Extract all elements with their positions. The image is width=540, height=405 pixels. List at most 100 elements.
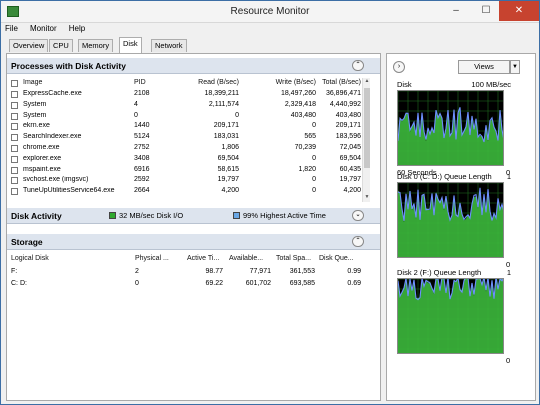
- processes-header-row: Image PID Read (B/sec) Write (B/sec) Tot…: [11, 79, 366, 89]
- menu-monitor[interactable]: Monitor: [30, 24, 57, 33]
- row-checkbox[interactable]: [11, 188, 18, 196]
- select-all-checkbox[interactable]: [11, 80, 18, 87]
- table-row[interactable]: ExpressCache.exe 2108 18,399,211 18,497,260…: [11, 90, 366, 100]
- col-logical-disk[interactable]: Logical Disk: [11, 255, 49, 262]
- title-bar: Resource Monitor – ☐ ✕: [1, 1, 539, 23]
- menu-file[interactable]: File: [5, 24, 18, 33]
- storage-title: Storage: [11, 237, 43, 247]
- storage-physical: 2: [135, 268, 139, 275]
- table-row[interactable]: TuneUpUtilitiesService64.exe 2664 4,200 0 4,…: [11, 187, 366, 197]
- process-image: ExpressCache.exe: [23, 90, 82, 97]
- disk-graph: [397, 90, 504, 166]
- panel-toggle-icon[interactable]: ›: [393, 61, 405, 73]
- storage-active: 98.77: [205, 268, 223, 275]
- col-image[interactable]: Image: [23, 79, 42, 86]
- storage-queue: 0.99: [347, 268, 361, 275]
- process-pid: 4: [134, 100, 138, 108]
- storage-available: 77,971: [249, 268, 271, 275]
- storage-total: 693,585: [289, 280, 315, 287]
- table-row[interactable]: System 0 0 403,480 403,480: [11, 112, 366, 122]
- row-checkbox[interactable]: [11, 91, 18, 98]
- process-pid: 2592: [134, 176, 150, 184]
- close-button[interactable]: ✕: [499, 1, 539, 21]
- main-content: Processes with Disk Activity ⌃ Image PID…: [6, 53, 381, 401]
- col-total[interactable]: Total (B/sec): [311, 79, 361, 86]
- process-read: 1,806: [221, 144, 239, 151]
- process-write: 0: [312, 187, 316, 195]
- col-read[interactable]: Read (B/sec): [181, 79, 239, 86]
- graph-max-label: 100 MB/sec: [471, 80, 511, 89]
- table-row[interactable]: svchost.exe (imgsvc) 2592 19,797 0 19,797: [11, 176, 366, 186]
- col-write[interactable]: Write (B/sec): [251, 79, 316, 86]
- tab-memory[interactable]: Memory: [78, 39, 114, 52]
- row-checkbox[interactable]: [11, 166, 18, 174]
- row-checkbox[interactable]: [11, 177, 18, 185]
- row-checkbox[interactable]: [11, 112, 18, 120]
- expand-disk-activity-icon[interactable]: ⌄: [352, 210, 364, 221]
- tab-cpu[interactable]: CPU: [49, 39, 73, 52]
- table-row[interactable]: F: 2 98.77 77,971 361,553 0.99: [11, 268, 376, 278]
- menu-help[interactable]: Help: [69, 24, 85, 33]
- disk-io-text: 32 MB/sec Disk I/O: [119, 211, 184, 220]
- storage-active: 69.22: [205, 280, 223, 287]
- process-total: 60,435: [339, 165, 361, 173]
- col-physical-disk[interactable]: Physical ...: [135, 255, 169, 262]
- col-total-space[interactable]: Total Spa...: [276, 255, 311, 262]
- process-read: 0: [235, 111, 239, 119]
- disk-activity-header[interactable]: Disk Activity 32 MB/sec Disk I/O 99% Hig…: [7, 208, 380, 224]
- menu-bar: File Monitor Help: [5, 24, 95, 37]
- process-total: 72,045: [339, 144, 361, 151]
- processes-title: Processes with Disk Activity: [11, 61, 126, 71]
- active-time-text: 99% Highest Active Time: [243, 211, 326, 220]
- tab-disk[interactable]: Disk: [119, 37, 142, 53]
- row-checkbox[interactable]: [11, 134, 18, 142]
- process-read: 69,504: [217, 154, 239, 162]
- scroll-down-icon[interactable]: ▼: [363, 194, 371, 202]
- col-disk-queue[interactable]: Disk Que...: [319, 255, 354, 262]
- process-pid: 0: [134, 111, 138, 119]
- table-row[interactable]: chrome.exe 2752 1,806 70,239 72,045: [11, 144, 366, 154]
- table-row[interactable]: SearchIndexer.exe 5124 183,031 565 183,596: [11, 133, 366, 143]
- storage-header[interactable]: Storage ⌃: [7, 234, 380, 250]
- process-read: 2,111,574: [208, 100, 239, 108]
- disk-graph: [397, 278, 504, 354]
- graph-title: Disk: [397, 80, 412, 89]
- maximize-button[interactable]: ☐: [471, 1, 501, 21]
- storage-header-row: Logical Disk Physical ... Active Ti... A…: [11, 255, 376, 265]
- views-button[interactable]: Views: [458, 60, 510, 74]
- minimize-button[interactable]: –: [441, 1, 471, 21]
- tab-overview[interactable]: Overview: [9, 39, 49, 52]
- process-total: 4,200: [343, 187, 361, 195]
- table-row[interactable]: ekrn.exe 1440 209,171 0 209,171: [11, 122, 366, 132]
- row-checkbox[interactable]: [11, 145, 18, 152]
- row-checkbox[interactable]: [11, 155, 18, 163]
- collapse-processes-icon[interactable]: ⌃: [352, 60, 364, 71]
- process-write: 2,329,418: [284, 100, 316, 108]
- table-row[interactable]: explorer.exe 3408 69,504 0 69,504: [11, 155, 366, 165]
- col-active-time[interactable]: Active Ti...: [187, 255, 219, 262]
- scrollbar-thumb[interactable]: [364, 88, 370, 168]
- row-checkbox[interactable]: [11, 123, 18, 131]
- resource-monitor-window: Resource Monitor – ☐ ✕ File Monitor Help…: [0, 0, 540, 405]
- col-pid[interactable]: PID: [134, 79, 146, 86]
- processes-header[interactable]: Processes with Disk Activity ⌃: [7, 58, 380, 74]
- process-read: 19,797: [217, 176, 239, 184]
- table-row[interactable]: C: D: 0 69.22 601,702 693,585 0.69: [11, 280, 376, 290]
- process-image: System: [23, 111, 47, 119]
- tab-network[interactable]: Network: [151, 39, 187, 52]
- col-available[interactable]: Available...: [229, 255, 263, 262]
- views-dropdown-icon[interactable]: ▼: [510, 60, 520, 74]
- collapse-storage-icon[interactable]: ⌃: [352, 236, 364, 247]
- table-row[interactable]: mspaint.exe 6916 58,615 1,820 60,435: [11, 166, 366, 176]
- graphs-panel: › Views ▼ Disk 100 MB/sec 60 Seconds 0 Disk …: [386, 53, 536, 401]
- storage-available: 601,702: [245, 280, 271, 287]
- process-read: 18,399,211: [204, 90, 239, 97]
- processes-scrollbar[interactable]: ▲ ▼: [362, 78, 370, 202]
- process-total: 403,480: [335, 111, 361, 119]
- table-row[interactable]: System 4 2,111,574 2,329,418 4,440,992: [11, 101, 366, 111]
- disk-graph: [397, 182, 504, 258]
- row-checkbox[interactable]: [11, 101, 18, 109]
- scroll-up-icon[interactable]: ▲: [363, 78, 371, 86]
- process-write: 0: [312, 176, 316, 184]
- process-write: 403,480: [290, 111, 316, 119]
